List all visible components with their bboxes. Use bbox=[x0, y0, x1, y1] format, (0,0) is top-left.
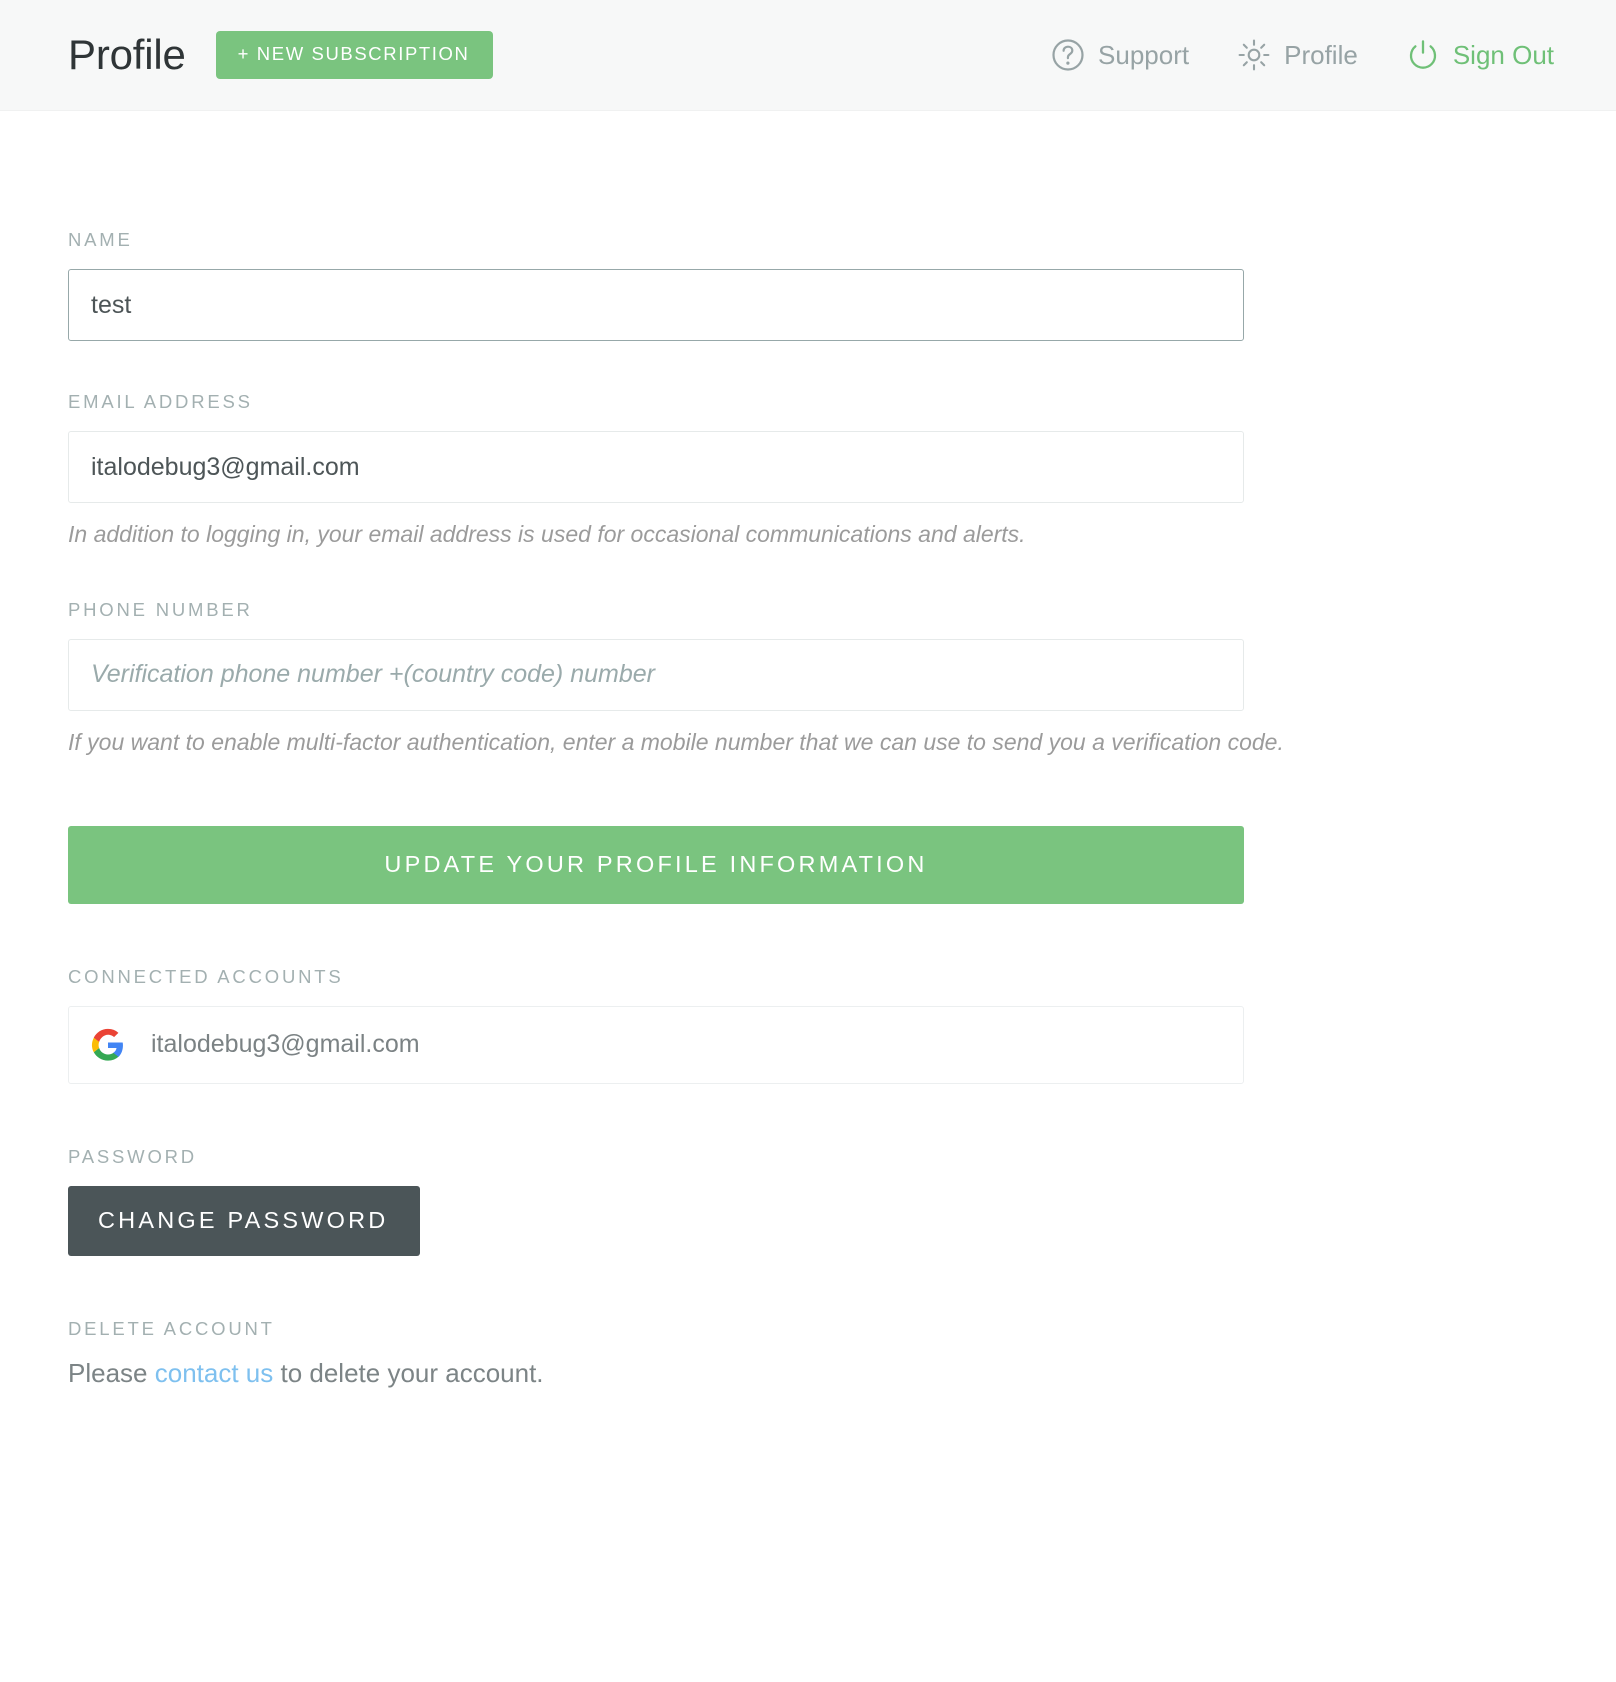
new-subscription-button[interactable]: + NEW SUBSCRIPTION bbox=[215, 31, 494, 79]
nav-item-sign-out[interactable]: Sign Out bbox=[1406, 38, 1554, 72]
power-icon bbox=[1406, 38, 1440, 72]
email-helper-text: In addition to logging in, your email ad… bbox=[68, 521, 1026, 547]
email-field-block: EMAIL ADDRESS In addition to logging in,… bbox=[68, 391, 1308, 549]
nav-item-support[interactable]: Support bbox=[1051, 38, 1189, 72]
connected-accounts-section: CONNECTED ACCOUNTS italodebug3@gmail.com bbox=[68, 966, 1308, 1084]
phone-input[interactable] bbox=[68, 638, 1244, 711]
question-circle-icon bbox=[1051, 38, 1085, 72]
delete-text-before: Please bbox=[68, 1358, 155, 1388]
delete-account-text: Please contact us to delete your account… bbox=[68, 1358, 1308, 1389]
connected-account-row[interactable]: italodebug3@gmail.com bbox=[68, 1005, 1244, 1084]
phone-label: PHONE NUMBER bbox=[68, 598, 253, 620]
name-label: NAME bbox=[68, 229, 133, 250]
password-section: PASSWORD CHANGE PASSWORD bbox=[68, 1145, 1308, 1256]
connected-account-email: italodebug3@gmail.com bbox=[151, 1030, 420, 1058]
google-g-icon bbox=[91, 1028, 125, 1062]
delete-account-label: DELETE ACCOUNT bbox=[68, 1318, 275, 1339]
nav-item-sign-out-label: Sign Out bbox=[1452, 40, 1554, 70]
phone-field-block: PHONE NUMBER If you want to enable multi… bbox=[68, 599, 1308, 757]
nav-item-profile[interactable]: Profile bbox=[1237, 38, 1358, 72]
delete-text-after: to delete your account. bbox=[273, 1358, 544, 1388]
header-nav: Support Profile Sign Out bbox=[1051, 38, 1554, 72]
connected-accounts-label: CONNECTED ACCOUNTS bbox=[68, 965, 344, 987]
header-left-group: Profile + NEW SUBSCRIPTION bbox=[68, 31, 494, 79]
gear-icon bbox=[1237, 38, 1271, 72]
nav-item-profile-label: Profile bbox=[1284, 40, 1358, 70]
update-profile-button[interactable]: UPDATE YOUR PROFILE INFORMATION bbox=[68, 825, 1244, 904]
name-input[interactable] bbox=[68, 269, 1244, 341]
top-header-bar: Profile + NEW SUBSCRIPTION Support Profi… bbox=[0, 0, 1616, 111]
phone-helper-text: If you want to enable multi-factor authe… bbox=[68, 728, 1284, 755]
contact-us-link[interactable]: contact us bbox=[155, 1358, 274, 1388]
nav-item-support-label: Support bbox=[1098, 40, 1190, 70]
page-content: NAME EMAIL ADDRESS In addition to loggin… bbox=[0, 111, 1616, 1389]
name-field-block: NAME bbox=[68, 229, 1308, 341]
email-label: EMAIL ADDRESS bbox=[68, 391, 253, 412]
delete-account-section: DELETE ACCOUNT Please contact us to dele… bbox=[68, 1318, 1308, 1389]
change-password-button[interactable]: CHANGE PASSWORD bbox=[68, 1185, 421, 1256]
page-title: Profile bbox=[68, 31, 186, 78]
profile-form: NAME EMAIL ADDRESS In addition to loggin… bbox=[68, 111, 1308, 1389]
email-input[interactable] bbox=[68, 431, 1244, 503]
password-label: PASSWORD bbox=[68, 1145, 197, 1167]
